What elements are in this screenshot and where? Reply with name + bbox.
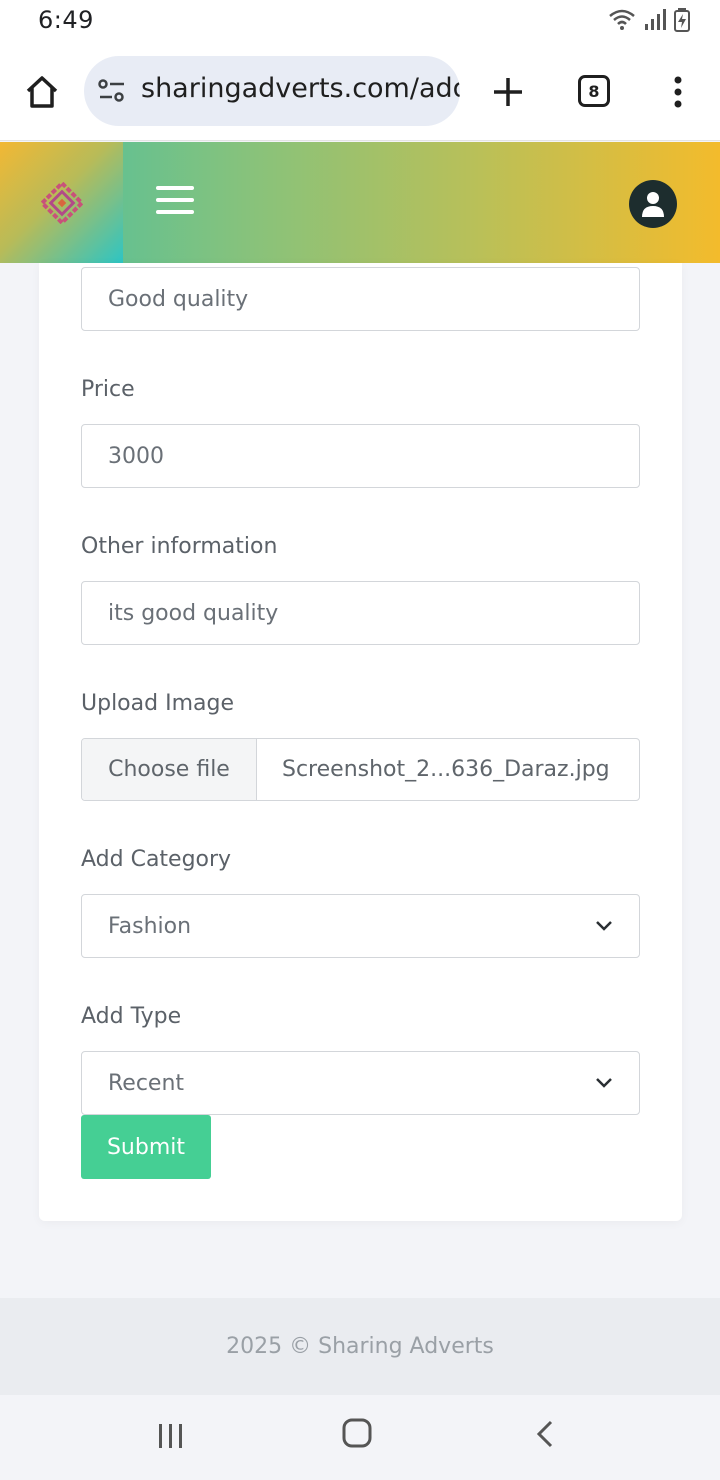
site-header [0, 142, 720, 263]
hamburger-menu-icon[interactable] [156, 185, 194, 215]
browser-toolbar: sharingadverts.com/add 8 [0, 44, 720, 141]
description-input[interactable]: Good quality [81, 267, 640, 331]
more-options-icon[interactable] [664, 72, 692, 112]
new-tab-icon[interactable] [488, 72, 528, 112]
other-information-input[interactable]: its good quality [81, 581, 640, 645]
add-advert-form: Good quality Price 3000 Other informatio… [39, 263, 682, 1221]
selected-file-name: Screenshot_2...636_Daraz.jpg [282, 757, 610, 782]
tab-switcher-button[interactable]: 8 [578, 75, 610, 107]
battery-charging-icon [674, 8, 690, 32]
recent-apps-icon[interactable] [157, 1422, 185, 1450]
chevron-down-icon [596, 1078, 612, 1088]
site-footer: 2025 © Sharing Adverts [0, 1298, 720, 1395]
submit-button[interactable]: Submit [81, 1115, 211, 1179]
site-settings-icon[interactable] [98, 78, 126, 104]
signal-icon [645, 9, 666, 30]
wifi-icon [609, 9, 635, 30]
add-category-label: Add Category [81, 847, 232, 872]
category-selected-value: Fashion [108, 913, 192, 939]
home-icon [26, 76, 58, 108]
url-text: sharingadverts.com/add [141, 73, 460, 104]
other-information-label: Other information [81, 534, 278, 559]
user-avatar-button[interactable] [629, 180, 677, 228]
logo-icon [40, 181, 83, 224]
choose-file-button[interactable]: Choose file [82, 739, 257, 800]
type-select[interactable]: Recent [81, 1051, 640, 1115]
address-bar[interactable]: sharingadverts.com/add [84, 56, 460, 126]
copyright-text: 2025 © Sharing Adverts [226, 1334, 494, 1359]
status-time: 6:49 [38, 6, 94, 34]
upload-image-label: Upload Image [81, 691, 234, 716]
add-type-label: Add Type [81, 1004, 182, 1029]
price-label: Price [81, 377, 135, 402]
status-icons [608, 8, 690, 32]
status-bar: 6:49 [0, 0, 720, 44]
chevron-down-icon [596, 921, 612, 931]
back-nav-icon[interactable] [533, 1419, 557, 1449]
type-selected-value: Recent [108, 1070, 185, 1096]
site-logo[interactable] [0, 142, 123, 263]
home-nav-icon[interactable] [341, 1417, 373, 1449]
browser-home-button[interactable] [20, 72, 64, 112]
upload-image-input[interactable]: Choose file Screenshot_2...636_Daraz.jpg [81, 738, 640, 801]
system-navigation-bar [0, 1395, 720, 1480]
user-icon [642, 192, 664, 217]
category-select[interactable]: Fashion [81, 894, 640, 958]
price-input[interactable]: 3000 [81, 424, 640, 488]
